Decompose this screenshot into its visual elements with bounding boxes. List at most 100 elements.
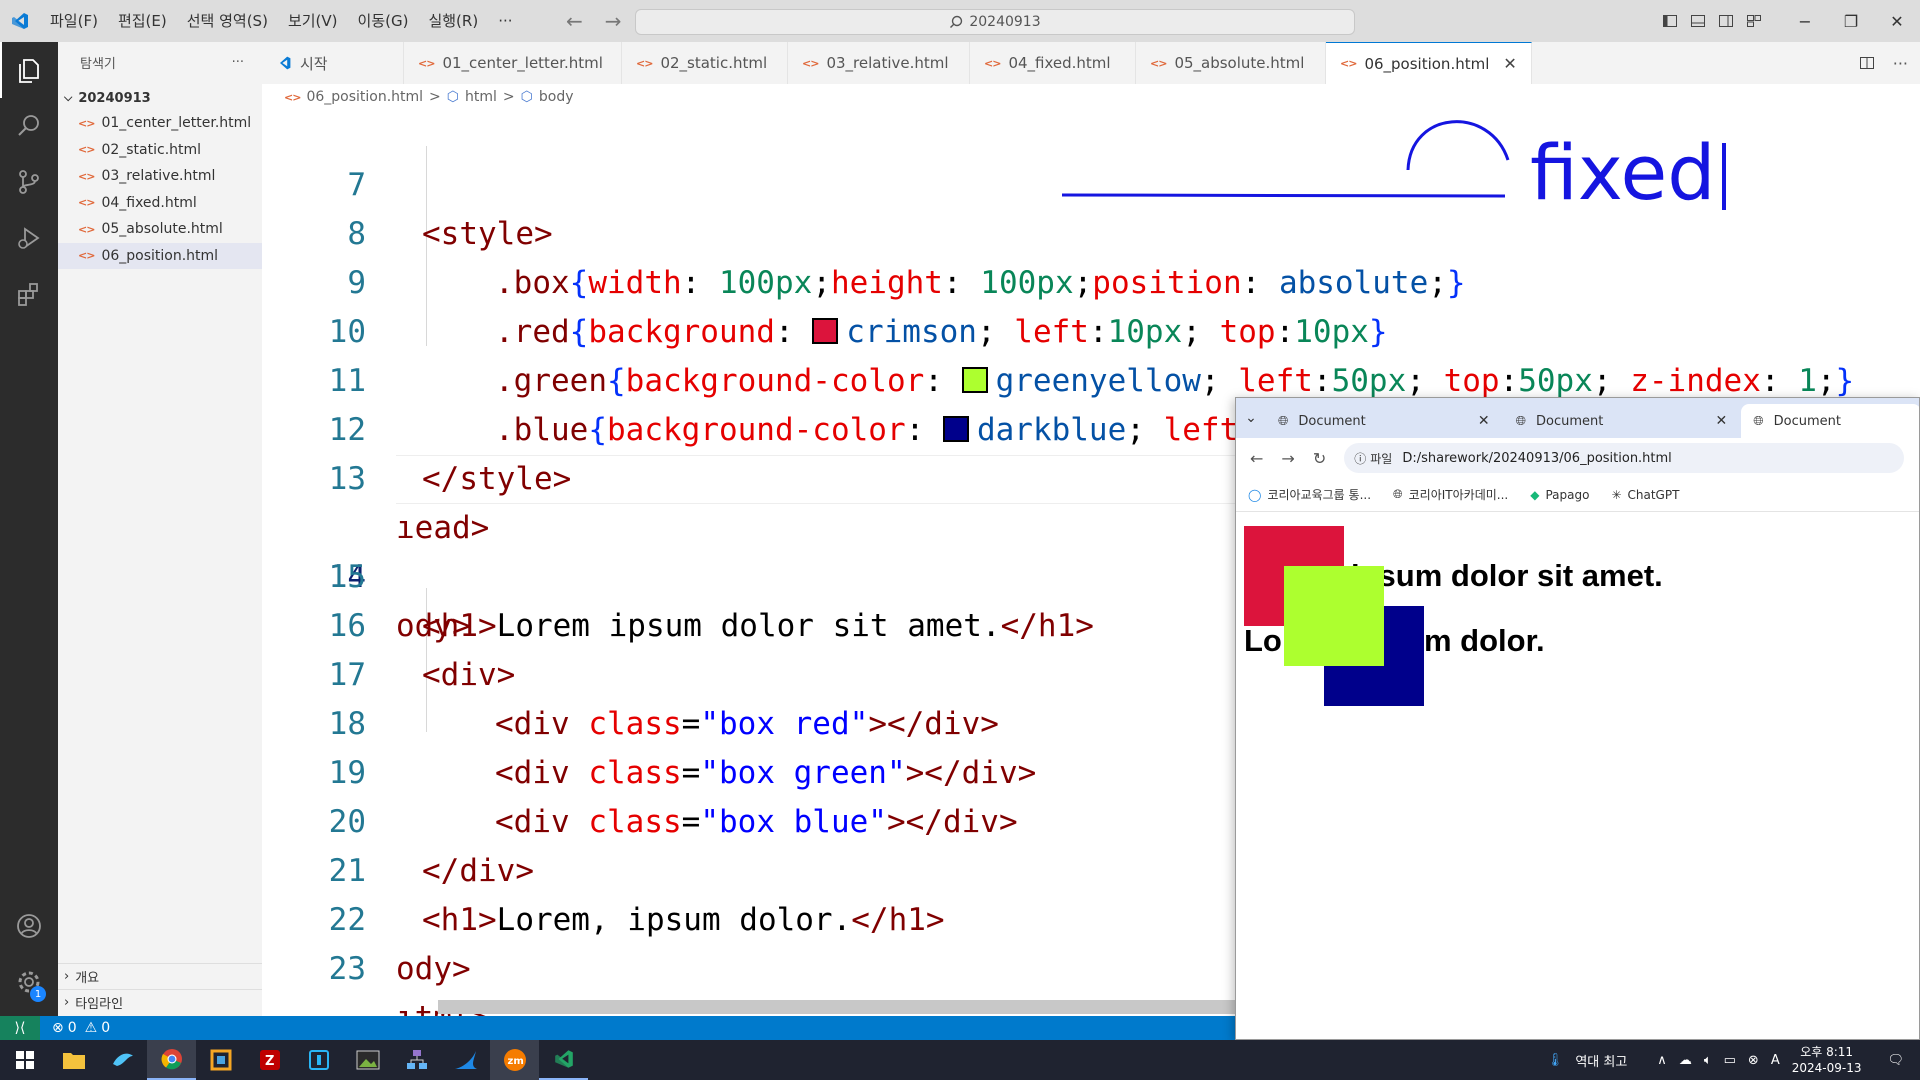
file-item-02[interactable]: <> 02_static.html xyxy=(58,137,262,164)
file-item-05[interactable]: <> 05_absolute.html xyxy=(58,216,262,243)
cloud-icon[interactable]: ☁︎ xyxy=(1679,1053,1692,1068)
close-tab-icon[interactable]: ✕ xyxy=(1503,54,1516,73)
menu-selection[interactable]: 선택 영역(S) xyxy=(177,0,278,42)
toggle-panel-icon[interactable] xyxy=(1684,0,1712,42)
breadcrumb-file[interactable]: 06_position.html xyxy=(306,89,423,105)
menu-edit[interactable]: 편집(E) xyxy=(108,0,177,42)
command-center-search[interactable]: 20240913 xyxy=(635,9,1355,35)
file-item-06[interactable]: <> 06_position.html xyxy=(58,242,262,269)
toggle-secondary-sidebar-icon[interactable] xyxy=(1712,0,1740,42)
windows-start-icon[interactable] xyxy=(0,1040,49,1080)
forward-arrow-icon[interactable]: → xyxy=(1281,449,1294,468)
accounts-icon[interactable] xyxy=(0,898,58,954)
site-info-chip[interactable]: ⓘ 파일 xyxy=(1354,450,1392,467)
source-control-icon[interactable] xyxy=(0,154,58,210)
file-label: 04_fixed.html xyxy=(101,194,197,211)
horizontal-scrollbar[interactable] xyxy=(438,1000,1238,1014)
menu-more[interactable]: ··· xyxy=(488,0,522,42)
outline-label: 개요 xyxy=(75,971,100,986)
outline-section[interactable]: › 개요 xyxy=(58,963,262,989)
tab-start[interactable]: 시작 xyxy=(262,42,404,84)
split-editor-icon[interactable] xyxy=(1859,55,1875,71)
address-bar[interactable]: ⓘ 파일 D:/sharework/20240913/06_position.ht… xyxy=(1344,443,1905,473)
html-file-icon: <> xyxy=(984,56,1001,70)
menu-run[interactable]: 실행(R) xyxy=(418,0,488,42)
notification-icon[interactable]: 🗨︎ xyxy=(1887,1053,1904,1068)
settings-badge: 1 xyxy=(30,986,46,1002)
menu-go[interactable]: 이동(G) xyxy=(348,0,419,42)
tab-01-center-letter[interactable]: <> 01_center_letter.html xyxy=(404,42,622,84)
tab-04-fixed[interactable]: <> 04_fixed.html xyxy=(970,42,1136,84)
tab-02-static[interactable]: <> 02_static.html xyxy=(622,42,788,84)
menu-file[interactable]: 파일(F) xyxy=(40,0,108,42)
chrome-icon[interactable] xyxy=(147,1040,196,1080)
more-actions-icon[interactable]: ··· xyxy=(232,55,244,70)
bird-app-icon[interactable] xyxy=(98,1040,147,1080)
settings-gear-icon[interactable]: 1 xyxy=(0,954,58,1010)
folder-root[interactable]: ⌵ 20240913 xyxy=(58,86,262,110)
problems-indicator[interactable]: ⊗ 0 ⚠ 0 xyxy=(40,1020,110,1036)
browser-tab-1[interactable]: 🌐︎ Document ✕ xyxy=(1266,404,1504,438)
close-tab-icon[interactable]: ✕ xyxy=(1716,413,1728,429)
run-debug-icon[interactable] xyxy=(0,210,58,266)
bookmark-4[interactable]: ✳ ChatGPT xyxy=(1611,488,1679,502)
blue-app-icon[interactable] xyxy=(294,1040,343,1080)
code-line-11: 11 .blue{background-color: darkblue; lef… xyxy=(262,308,1822,448)
timeline-section[interactable]: › 타임라인 xyxy=(58,989,262,1015)
more-actions-icon[interactable]: ··· xyxy=(1893,54,1908,73)
tab-05-absolute[interactable]: <> 05_absolute.html xyxy=(1136,42,1326,84)
tab-03-relative[interactable]: <> 03_relative.html xyxy=(788,42,970,84)
reload-icon[interactable]: ↻ xyxy=(1313,449,1326,468)
svg-text:zm: zm xyxy=(507,1056,523,1067)
toggle-sidebar-icon[interactable] xyxy=(1656,0,1684,42)
green-box xyxy=(1284,566,1384,666)
weather-text[interactable]: 역대 최고 xyxy=(1575,1051,1627,1070)
status-icon[interactable]: ⊗ xyxy=(1748,1053,1759,1068)
tab-label: 06_position.html xyxy=(1364,54,1490,73)
file-item-04[interactable]: <> 04_fixed.html xyxy=(58,190,262,217)
back-arrow-icon[interactable]: ← xyxy=(566,9,583,33)
menu-view[interactable]: 보기(V) xyxy=(278,0,348,42)
file-explorer-icon[interactable] xyxy=(49,1040,98,1080)
browser-tab-2[interactable]: 🌐︎ Document ✕ xyxy=(1504,404,1742,438)
back-arrow-icon[interactable]: ← xyxy=(1250,449,1263,468)
vscode-logo-icon xyxy=(0,0,40,42)
breadcrumb-body[interactable]: body xyxy=(539,89,574,105)
file-item-01[interactable]: <> 01_center_letter.html xyxy=(58,110,262,137)
extensions-icon[interactable] xyxy=(0,266,58,322)
vscode-taskbar-icon[interactable] xyxy=(539,1040,588,1080)
bookmark-3[interactable]: ◆ Papago xyxy=(1530,488,1589,502)
chevron-up-icon[interactable]: ∧ xyxy=(1657,1053,1667,1068)
restore-button[interactable]: ❐ xyxy=(1828,0,1874,42)
clock[interactable]: 오후 8:11 2024-09-13 xyxy=(1792,1044,1862,1076)
explorer-icon[interactable] xyxy=(0,42,58,98)
chevron-down-icon: ⌵ xyxy=(64,91,73,104)
ink-handwritten-text: fixed xyxy=(1530,128,1716,217)
browser-tab-title: Document xyxy=(1773,413,1842,429)
tab-06-position[interactable]: <> 06_position.html ✕ xyxy=(1326,42,1532,84)
file-item-03[interactable]: <> 03_relative.html xyxy=(58,163,262,190)
html-file-icon: <> xyxy=(78,196,95,210)
close-tab-icon[interactable]: ✕ xyxy=(1478,413,1490,429)
forward-arrow-icon[interactable]: → xyxy=(605,9,622,33)
orange-app-icon[interactable] xyxy=(196,1040,245,1080)
tab-search-chevron-icon[interactable]: ⌄ xyxy=(1236,398,1266,438)
shark-app-icon[interactable] xyxy=(441,1040,490,1080)
browser-tab-3[interactable]: 🌐︎ Document xyxy=(1741,404,1919,438)
bookmark-label: 코리아교육그룹 통... xyxy=(1267,488,1372,502)
bookmark-2[interactable]: 🌐︎ 코리아IT아카데미... xyxy=(1393,486,1508,503)
search-icon[interactable] xyxy=(0,98,58,154)
breadcrumb-html[interactable]: html xyxy=(465,89,497,105)
network-app-icon[interactable] xyxy=(392,1040,441,1080)
photo-app-icon[interactable] xyxy=(343,1040,392,1080)
zoom-icon[interactable]: zm xyxy=(490,1040,539,1080)
display-icon[interactable]: ▭ xyxy=(1724,1053,1736,1068)
customize-layout-icon[interactable] xyxy=(1740,0,1768,42)
minimize-button[interactable]: − xyxy=(1782,0,1828,42)
ime-indicator[interactable]: A xyxy=(1771,1053,1780,1068)
filezilla-icon[interactable]: Z xyxy=(245,1040,294,1080)
bookmark-1[interactable]: ◯ 코리아교육그룹 통... xyxy=(1248,486,1371,503)
volume-icon[interactable]: 🔈︎ xyxy=(1704,1053,1712,1068)
remote-indicator-icon[interactable]: ⟩⟨ xyxy=(0,1016,40,1040)
close-window-button[interactable]: ✕ xyxy=(1874,0,1920,42)
